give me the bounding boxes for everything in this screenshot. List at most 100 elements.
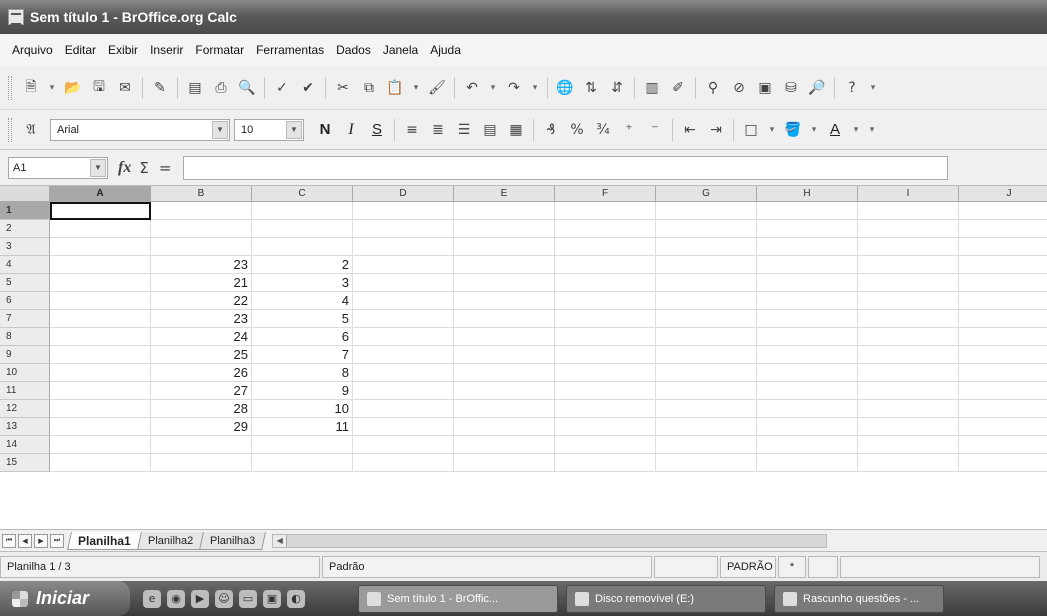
- first-sheet-icon[interactable]: ⏮: [2, 533, 16, 548]
- cell-h6[interactable]: [757, 292, 858, 310]
- digital-signature-status[interactable]: [808, 555, 838, 578]
- format-paintbrush-icon[interactable]: 🖌: [426, 77, 448, 99]
- email-icon[interactable]: ✉: [114, 77, 136, 99]
- standard-format-icon[interactable]: ¾: [592, 119, 614, 141]
- cell-i9[interactable]: [858, 346, 959, 364]
- decrease-indent-icon[interactable]: ⇤: [679, 119, 701, 141]
- column-header-h[interactable]: H: [757, 186, 858, 202]
- cell-g15[interactable]: [656, 454, 757, 472]
- menu-dados[interactable]: Dados: [330, 43, 377, 57]
- new-dropdown-icon[interactable]: ▾: [45, 77, 59, 99]
- cell-c12[interactable]: 10: [252, 400, 353, 418]
- cell-i11[interactable]: [858, 382, 959, 400]
- toolbar-grip[interactable]: [8, 75, 12, 100]
- cell-j13[interactable]: [959, 418, 1047, 436]
- cell-e7[interactable]: [454, 310, 555, 328]
- redo-dropdown-icon[interactable]: ▾: [528, 77, 542, 99]
- cell-j10[interactable]: [959, 364, 1047, 382]
- cell-h11[interactable]: [757, 382, 858, 400]
- start-button[interactable]: Iniciar: [0, 581, 130, 616]
- cell-j9[interactable]: [959, 346, 1047, 364]
- cell-e8[interactable]: [454, 328, 555, 346]
- cell-a12[interactable]: [50, 400, 151, 418]
- cell-h9[interactable]: [757, 346, 858, 364]
- column-header-i[interactable]: I: [858, 186, 959, 202]
- background-dropdown-icon[interactable]: ▾: [807, 119, 821, 141]
- cell-e13[interactable]: [454, 418, 555, 436]
- zoom-status[interactable]: [654, 555, 718, 578]
- cell-c13[interactable]: 11: [252, 418, 353, 436]
- select-all-corner[interactable]: [0, 186, 50, 202]
- copy-icon[interactable]: ⧉: [358, 77, 380, 99]
- spellcheck-icon[interactable]: ✓: [271, 77, 293, 99]
- menu-arquivo[interactable]: Arquivo: [6, 43, 59, 57]
- toolbar-overflow-icon[interactable]: ▾: [865, 119, 879, 141]
- save-icon[interactable]: 🖫: [88, 77, 110, 99]
- cell-c5[interactable]: 3: [252, 274, 353, 292]
- row-header-9[interactable]: 9: [0, 346, 50, 364]
- hyperlink-icon[interactable]: 🌐: [554, 77, 576, 99]
- menu-exibir[interactable]: Exibir: [102, 43, 144, 57]
- cell-g14[interactable]: [656, 436, 757, 454]
- function-wizard-icon[interactable]: fx: [118, 159, 131, 177]
- cell-h7[interactable]: [757, 310, 858, 328]
- cell-f2[interactable]: [555, 220, 656, 238]
- cell-g5[interactable]: [656, 274, 757, 292]
- column-header-f[interactable]: F: [555, 186, 656, 202]
- cell-f7[interactable]: [555, 310, 656, 328]
- task-removable-disk[interactable]: Disco removível (E:): [566, 584, 766, 613]
- cell-j15[interactable]: [959, 454, 1047, 472]
- cell-i14[interactable]: [858, 436, 959, 454]
- cell-i8[interactable]: [858, 328, 959, 346]
- cell-d13[interactable]: [353, 418, 454, 436]
- cell-j4[interactable]: [959, 256, 1047, 274]
- cell-g9[interactable]: [656, 346, 757, 364]
- cell-f5[interactable]: [555, 274, 656, 292]
- print-icon[interactable]: ⎙: [210, 77, 232, 99]
- cell-h2[interactable]: [757, 220, 858, 238]
- column-header-j[interactable]: J: [959, 186, 1047, 202]
- cell-c14[interactable]: [252, 436, 353, 454]
- cell-d1[interactable]: [353, 202, 454, 220]
- cell-b10[interactable]: 26: [151, 364, 252, 382]
- redo-icon[interactable]: ↷: [503, 77, 525, 99]
- navigator-icon[interactable]: ⊘: [728, 77, 750, 99]
- cell-j5[interactable]: [959, 274, 1047, 292]
- row-header-5[interactable]: 5: [0, 274, 50, 292]
- cell-f3[interactable]: [555, 238, 656, 256]
- cell-e2[interactable]: [454, 220, 555, 238]
- percent-format-icon[interactable]: %: [566, 119, 588, 141]
- menu-ajuda[interactable]: Ajuda: [424, 43, 467, 57]
- cell-e14[interactable]: [454, 436, 555, 454]
- cell-g4[interactable]: [656, 256, 757, 274]
- zoom-icon[interactable]: 🔎: [806, 77, 828, 99]
- row-header-8[interactable]: 8: [0, 328, 50, 346]
- task-calc-window[interactable]: Sem título 1 - BrOffic...: [358, 584, 558, 613]
- cell-b13[interactable]: 29: [151, 418, 252, 436]
- cell-c8[interactable]: 6: [252, 328, 353, 346]
- cell-j11[interactable]: [959, 382, 1047, 400]
- cell-j14[interactable]: [959, 436, 1047, 454]
- cell-b11[interactable]: 27: [151, 382, 252, 400]
- cell-j3[interactable]: [959, 238, 1047, 256]
- cell-h5[interactable]: [757, 274, 858, 292]
- cell-b14[interactable]: [151, 436, 252, 454]
- cell-g13[interactable]: [656, 418, 757, 436]
- cell-c4[interactable]: 2: [252, 256, 353, 274]
- row-header-7[interactable]: 7: [0, 310, 50, 328]
- cell-a13[interactable]: [50, 418, 151, 436]
- cell-e9[interactable]: [454, 346, 555, 364]
- row-header-13[interactable]: 13: [0, 418, 50, 436]
- font-color-dropdown-icon[interactable]: ▾: [849, 119, 863, 141]
- chevron-down-icon[interactable]: ▼: [212, 120, 228, 139]
- borders-dropdown-icon[interactable]: ▾: [765, 119, 779, 141]
- cell-h13[interactable]: [757, 418, 858, 436]
- cell-d11[interactable]: [353, 382, 454, 400]
- cell-f12[interactable]: [555, 400, 656, 418]
- firefox-icon[interactable]: ◉: [167, 589, 185, 608]
- cell-j12[interactable]: [959, 400, 1047, 418]
- cell-b9[interactable]: 25: [151, 346, 252, 364]
- cell-d7[interactable]: [353, 310, 454, 328]
- align-center-icon[interactable]: ≣: [427, 119, 449, 141]
- cell-b1[interactable]: [151, 202, 252, 220]
